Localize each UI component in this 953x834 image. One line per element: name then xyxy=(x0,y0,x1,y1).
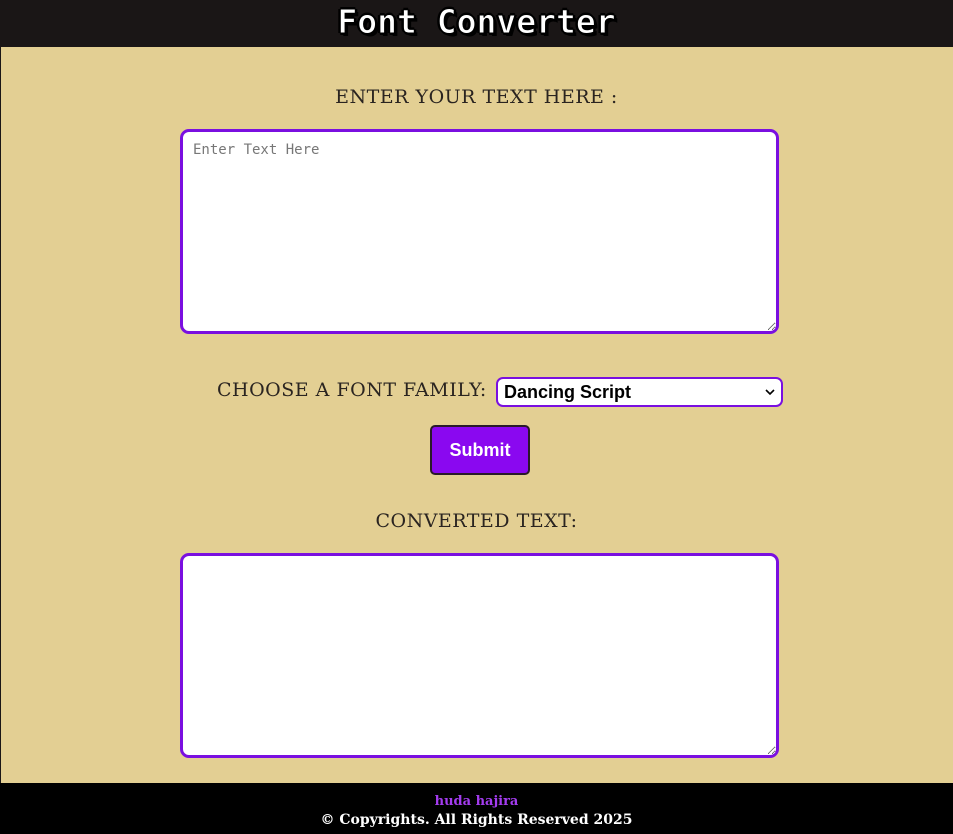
page-border xyxy=(0,0,1,834)
font-family-selected: Dancing Script xyxy=(504,381,632,402)
app-header: Font Converter xyxy=(0,0,953,47)
converted-text-output[interactable] xyxy=(180,553,779,758)
author-name: huda hajira xyxy=(434,794,519,809)
app-title: Font Converter xyxy=(337,2,616,41)
copyright-text: © Copyrights. All Rights Reserved 2025 xyxy=(320,812,633,828)
output-label: Converted Text: xyxy=(375,510,578,532)
font-family-select[interactable]: Dancing Script xyxy=(496,377,783,407)
page-footer: huda hajira © Copyrights. All Rights Res… xyxy=(0,783,953,834)
chevron-down-icon xyxy=(765,387,775,397)
font-family-label: Choose a font family: xyxy=(217,379,487,401)
text-input[interactable] xyxy=(180,129,779,334)
submit-button[interactable]: Submit xyxy=(430,425,530,475)
input-label: Enter your text here : xyxy=(335,86,618,108)
